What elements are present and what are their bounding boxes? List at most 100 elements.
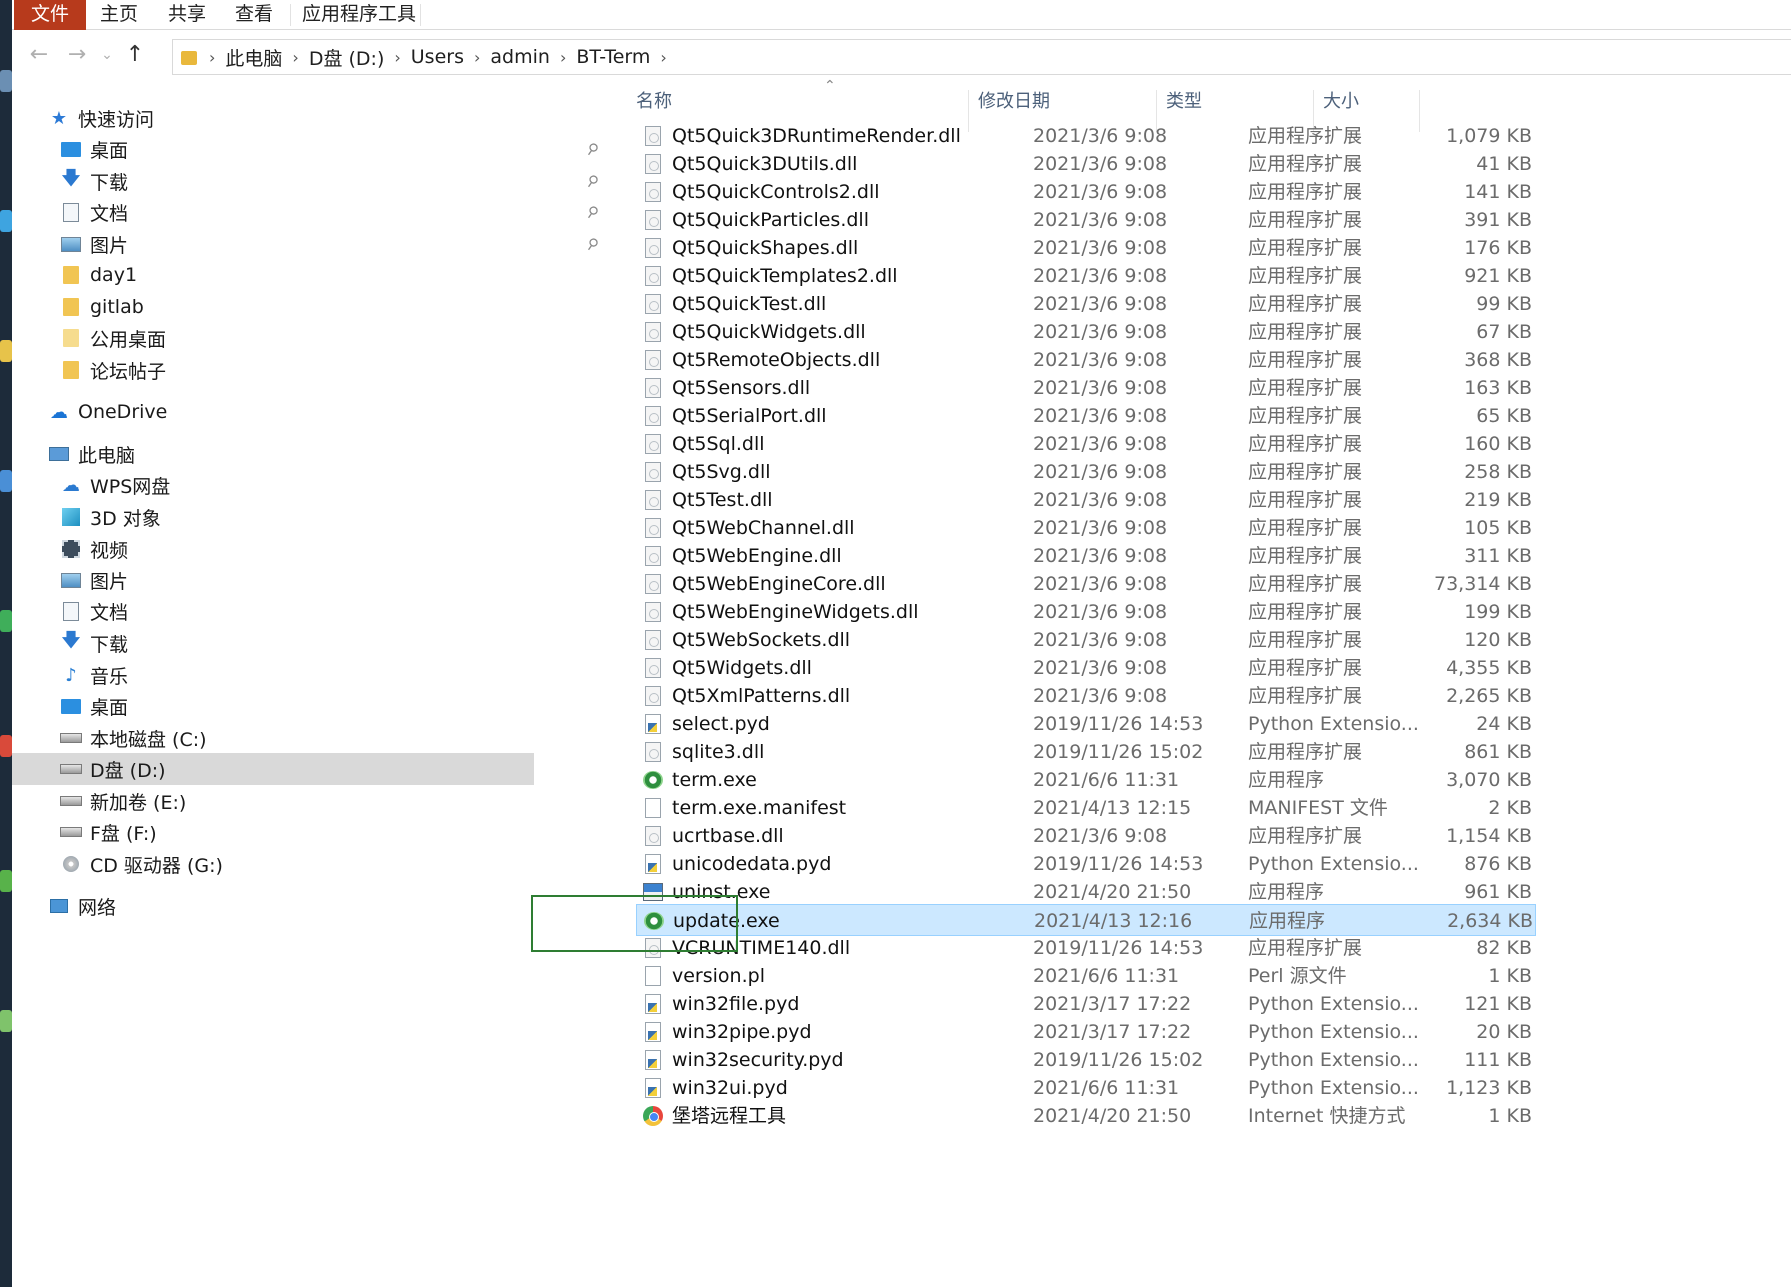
tab-share[interactable]: 共享 [160,0,214,30]
nav-label: 公用桌面 [90,328,167,351]
computer-icon [48,444,70,464]
nav-label: F盘 (F:) [90,822,157,845]
nav-item-desktop-pc[interactable]: 桌面 [60,690,128,722]
dll-file-icon [645,126,661,146]
nav-label: 文档 [90,202,129,225]
dll-file-icon [645,266,661,286]
file-date: 2021/4/20 21:50 [1033,1105,1192,1127]
internet-shortcut-icon [643,1106,663,1126]
file-type: Internet 快捷方式 [1248,1105,1406,1127]
pin-icon[interactable]: ⚲ [583,138,602,159]
nav-network[interactable]: 网络 [48,890,116,922]
chevron-right-icon[interactable]: › [205,48,219,67]
document-icon [60,601,82,621]
highlight-box [531,895,738,952]
forward-button[interactable]: → [62,39,92,71]
nav-quick-access[interactable]: ★ 快速访问 [48,102,154,134]
nav-label: 新加卷 (E:) [90,791,187,814]
drive-icon [60,791,82,811]
nav-item-pictures[interactable]: 图片 [60,228,128,260]
drive-icon [60,822,82,842]
nav-item-downloads-pc[interactable]: 🡇 下载 [60,627,128,659]
chevron-right-icon[interactable]: › [470,48,484,67]
tab-divider [290,4,291,26]
dll-file-icon [645,182,661,202]
crumb-bt-term[interactable]: BT-Term [570,46,656,68]
dll-file-icon [645,350,661,370]
column-size[interactable]: 大小 [1315,88,1419,116]
nav-item-day1[interactable]: day1 [60,259,137,291]
nav-label: 此电脑 [78,444,136,467]
nav-item-drive-c[interactable]: 本地磁盘 (C:) [60,722,207,754]
tab-app-tools[interactable]: 应用程序工具 [302,0,416,30]
pin-icon[interactable]: ⚲ [583,233,602,254]
nav-item-drive-g[interactable]: CD 驱动器 (G:) [60,848,223,880]
chevron-right-icon[interactable]: › [556,48,570,67]
desktop-icon [60,139,82,159]
folder-icon [181,51,197,65]
dll-file-icon [645,826,661,846]
nav-item-gitlab[interactable]: gitlab [60,291,144,323]
nav-item-drive-f[interactable]: F盘 (F:) [60,816,157,848]
desktop-edge [0,0,12,1287]
tab-view[interactable]: 查看 [227,0,281,30]
nav-item-pictures-pc[interactable]: 图片 [60,564,128,596]
picture-icon [60,234,82,254]
drive-icon [60,728,82,748]
nav-label: 论坛帖子 [90,360,167,383]
nav-item-forum-posts[interactable]: 论坛帖子 [60,354,166,386]
folder-icon [60,297,82,317]
dll-file-icon [645,294,661,314]
nav-item-documents[interactable]: 文档 [60,196,128,228]
nav-item-documents-pc[interactable]: 文档 [60,595,128,627]
blank-file-icon [645,966,661,986]
up-button[interactable]: ↑ [120,39,150,71]
nav-item-desktop[interactable]: 桌面 [60,133,128,165]
crumb-users[interactable]: Users [405,46,470,68]
column-name[interactable]: 名称 [628,88,968,116]
nav-item-wps-drive[interactable]: ☁ WPS网盘 [60,469,170,501]
python-file-icon [645,1078,661,1098]
tab-file[interactable]: 文件 [14,0,86,30]
nav-item-music[interactable]: ♪ 音乐 [60,659,128,691]
cube-icon [60,507,82,527]
pin-icon[interactable]: ⚲ [583,201,602,222]
file-row[interactable]: 堡塔远程工具 2021/4/20 21:50 Internet 快捷方式 1 KB [636,1100,1536,1132]
tab-divider [420,4,421,26]
nav-onedrive[interactable]: ☁ OneDrive [48,396,167,428]
crumb-admin[interactable]: admin [484,46,556,68]
file-name: 堡塔远程工具 [672,1105,787,1127]
nav-label: 下载 [90,171,129,194]
dll-file-icon [645,490,661,510]
chevron-right-icon[interactable]: › [656,48,670,67]
crumb-this-pc[interactable]: 此电脑 [219,44,288,71]
chevron-right-icon[interactable]: › [288,48,302,67]
nav-this-pc[interactable]: 此电脑 [48,438,135,470]
tab-home[interactable]: 主页 [92,0,146,30]
nav-label: WPS网盘 [90,475,171,498]
column-type[interactable]: 类型 [1158,88,1312,116]
nav-item-drive-e[interactable]: 新加卷 (E:) [60,785,186,817]
nav-item-drive-d[interactable]: D盘 (D:) [12,753,534,785]
column-date[interactable]: 修改日期 [970,88,1155,116]
dll-file-icon [645,742,661,762]
nav-label: 文档 [90,601,129,624]
nav-item-3d-objects[interactable]: 3D 对象 [60,501,161,533]
nav-label: 快速访问 [78,108,155,131]
crumb-drive-d[interactable]: D盘 (D:) [303,44,391,71]
back-button[interactable]: ← [24,39,54,71]
dll-file-icon [645,602,661,622]
recent-locations-chevron-icon[interactable]: ⌄ [96,39,118,71]
nav-label: CD 驱动器 (G:) [90,854,223,877]
pin-icon[interactable]: ⚲ [583,170,602,191]
cloud-drive-icon: ☁ [62,474,80,496]
nav-item-videos[interactable]: 视频 [60,533,128,565]
nav-item-downloads[interactable]: 🡇 下载 [60,165,128,197]
nav-label: 图片 [90,234,129,257]
nav-item-public-desktop[interactable]: 公用桌面 [60,322,166,354]
address-bar[interactable]: › 此电脑 › D盘 (D:) › Users › admin › BT-Ter… [172,39,1791,75]
dll-file-icon [645,686,661,706]
cd-drive-icon [60,854,82,874]
drive-icon [60,759,82,779]
chevron-right-icon[interactable]: › [390,48,404,67]
